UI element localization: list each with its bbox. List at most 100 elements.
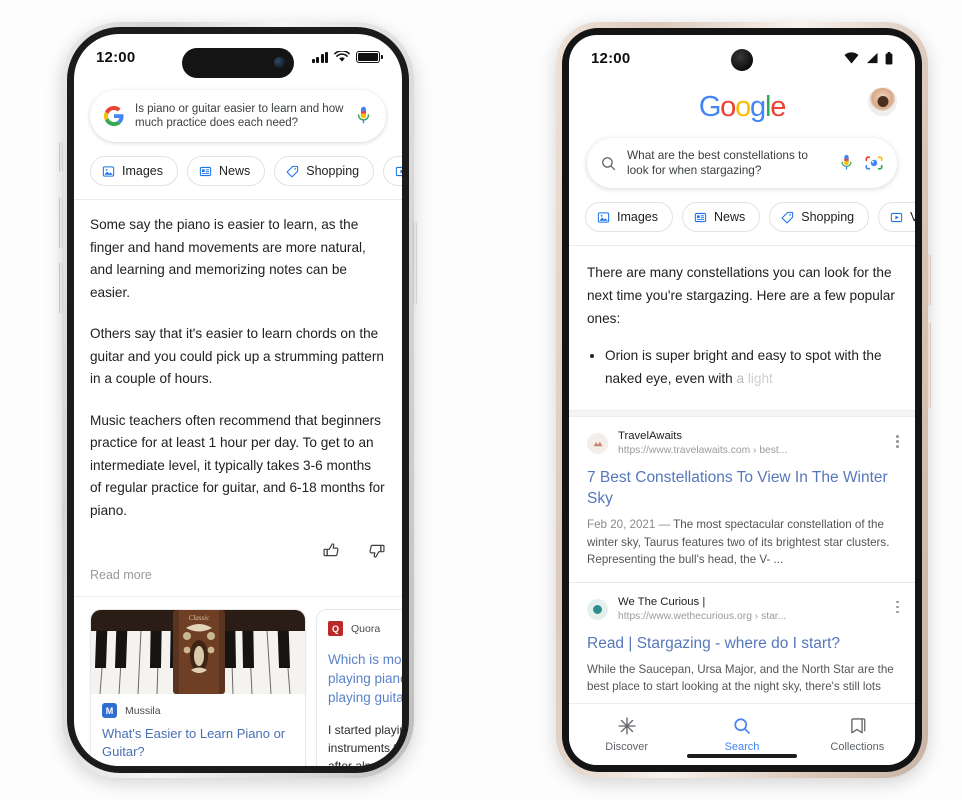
nav-label: Discover [605, 741, 649, 753]
result-url: https://www.wethecurious.org › star... [618, 610, 787, 622]
tag-icon [781, 211, 794, 223]
right-status-bar: 12:00 [569, 35, 915, 81]
card-snippet: It's much easier to learn a song for the… [91, 761, 305, 766]
result-header: We The Curious | https://www.wethecuriou… [587, 595, 897, 624]
image-icon [597, 211, 610, 223]
quora-favicon: Q [328, 621, 343, 636]
status-time: 12:00 [96, 48, 136, 66]
wethecurious-favicon [587, 598, 608, 620]
answer-intro: There are many constellations you can lo… [587, 265, 895, 326]
svg-text:Classic: Classic [189, 614, 211, 622]
search-result[interactable]: TravelAwaits https://www.travelawaits.co… [569, 417, 915, 582]
chip-video[interactable]: Video [383, 156, 402, 186]
circle-icon [593, 604, 602, 614]
right-phone-screen: 12:00 Google What are the best constella… [569, 35, 915, 765]
search-query-text: Is piano or guitar easier to learn and h… [135, 102, 344, 130]
chip-news[interactable]: News [682, 202, 761, 232]
chip-shopping[interactable]: Shopping [769, 202, 870, 232]
thumbs-up-icon[interactable] [322, 541, 341, 560]
chip-label: Shopping [801, 210, 855, 224]
volume-down-button[interactable] [59, 262, 63, 314]
feedback-actions[interactable] [74, 541, 402, 560]
screenshot-canvas: 12:00 Is piano or guitar easier to learn… [0, 0, 962, 800]
thumbs-down-icon[interactable] [367, 541, 386, 560]
chip-images[interactable]: Images [90, 156, 178, 186]
battery-icon [885, 51, 893, 64]
answer-paragraph: Music teachers often recommend that begi… [90, 412, 385, 518]
mute-switch[interactable] [59, 142, 63, 172]
piano-guitar-thumbnail: Classic [91, 610, 305, 694]
nav-label: Collections [830, 741, 885, 753]
search-result[interactable]: We The Curious | https://www.wethecuriou… [569, 583, 915, 709]
gesture-navigation-bar[interactable] [687, 754, 797, 758]
cellular-signal-icon [311, 51, 328, 63]
power-button[interactable] [927, 254, 931, 306]
overflow-menu-icon[interactable] [896, 435, 899, 448]
wifi-icon [334, 51, 350, 62]
result-site-name: We The Curious | [618, 595, 706, 608]
search-bar[interactable]: Is piano or guitar easier to learn and h… [90, 90, 386, 142]
filter-chip-row[interactable]: Images News Shopping [569, 188, 915, 246]
card-source-row: Q Quora [317, 610, 402, 636]
ai-answer-body: Some say the piano is easier to learn, a… [74, 200, 402, 522]
search-query-text: What are the best constellations to look… [627, 148, 808, 177]
video-icon [890, 212, 903, 222]
chip-label: Shopping [306, 164, 360, 178]
chip-news[interactable]: News [187, 156, 266, 186]
search-bar[interactable]: What are the best constellations to look… [587, 138, 897, 188]
front-camera [731, 49, 753, 71]
chip-label: Video [910, 210, 915, 224]
nav-item-collections[interactable]: Collections [800, 716, 915, 753]
microphone-icon[interactable] [355, 105, 372, 127]
travelawaits-favicon [587, 433, 608, 454]
source-card-mussila[interactable]: Classic M Mussila What's Easier to Learn… [90, 609, 306, 766]
result-url: https://www.travelawaits.com › best... [618, 445, 788, 456]
result-title[interactable]: Read | Stargazing - where do I start? [587, 633, 897, 654]
chip-video[interactable]: Video [878, 202, 915, 232]
thumbnail-art: Classic [91, 610, 305, 694]
logo-letter: G [698, 91, 722, 123]
card-source-name: Mussila [125, 704, 161, 717]
section-separator [569, 410, 915, 417]
bullet-text-faded: light [744, 371, 773, 386]
dynamic-island [182, 48, 294, 78]
microphone-icon[interactable] [839, 153, 854, 173]
cellular-signal-icon [866, 52, 878, 64]
card-title[interactable]: Which is more playing piano playing guit… [317, 636, 402, 707]
overflow-menu-icon[interactable] [896, 600, 899, 614]
chip-label: News [714, 210, 746, 224]
chip-images[interactable]: Images [585, 202, 673, 232]
status-icons [844, 51, 893, 65]
source-card-quora[interactable]: Q Quora Which is more playing piano play… [316, 609, 402, 766]
avatar[interactable] [868, 87, 897, 116]
source-card-row[interactable]: Classic M Mussila What's Easier to Learn… [74, 609, 402, 766]
status-time: 12:00 [591, 49, 631, 67]
wifi-icon [844, 52, 859, 64]
logo-letter: g [750, 91, 766, 123]
news-icon [199, 166, 212, 176]
chip-shopping[interactable]: Shopping [274, 156, 375, 186]
volume-up-button[interactable] [59, 197, 63, 249]
result-title[interactable]: 7 Best Constellations To View In The Win… [587, 467, 897, 509]
search-icon [602, 156, 616, 170]
tag-icon [286, 165, 299, 177]
left-status-bar: 12:00 [74, 34, 402, 80]
filter-chip-row[interactable]: Images News Shopping [74, 142, 402, 200]
left-phone-screen: 12:00 Is piano or guitar easier to learn… [74, 34, 402, 766]
volume-rocker[interactable] [927, 322, 931, 408]
ai-answer-body: There are many constellations you can lo… [569, 246, 915, 390]
result-header: TravelAwaits https://www.travelawaits.co… [587, 429, 897, 458]
power-button[interactable] [413, 222, 417, 304]
video-icon [395, 166, 402, 176]
mussila-favicon: M [102, 703, 117, 718]
google-lens-icon[interactable] [864, 154, 884, 172]
nav-item-discover[interactable]: Discover [569, 716, 684, 753]
mountain-icon [593, 441, 602, 446]
google-g-icon [104, 106, 124, 126]
battery-icon [356, 51, 383, 63]
card-title[interactable]: What's Easier to Learn Piano or Guitar? [91, 718, 305, 761]
result-snippet: Feb 20, 2021 — The most spectacular cons… [587, 516, 897, 569]
nav-item-search[interactable]: Search [684, 716, 799, 753]
bullet-text-fading: a [732, 371, 745, 386]
read-more-button[interactable]: Read more [74, 560, 402, 596]
